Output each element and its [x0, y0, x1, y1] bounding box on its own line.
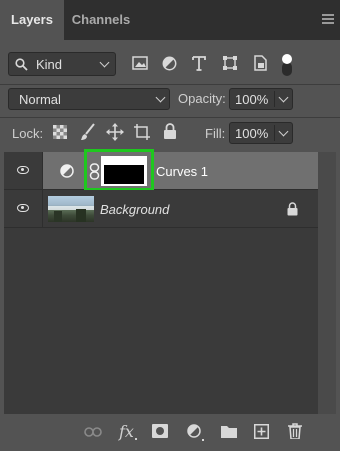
filter-kind-label: Kind	[36, 57, 63, 72]
opacity-value: 100%	[235, 92, 269, 107]
visibility-toggle[interactable]	[4, 190, 43, 227]
opacity-label: Opacity:	[178, 91, 226, 106]
visibility-toggle[interactable]	[4, 152, 43, 189]
eye-icon	[17, 204, 29, 212]
search-icon	[15, 58, 28, 71]
shape-filter-icon[interactable]	[222, 55, 238, 71]
layers-list: Curves 1 Background	[4, 149, 318, 414]
chevron-down-icon	[99, 57, 110, 68]
eye-icon	[17, 166, 29, 174]
opacity-field[interactable]: 100%	[229, 88, 293, 110]
lock-icon[interactable]	[287, 202, 298, 216]
adjustment-icon[interactable]	[187, 424, 205, 442]
lock-position-icon[interactable]	[106, 123, 124, 141]
panel-menu-icon[interactable]	[322, 14, 334, 26]
new-layer-icon[interactable]	[254, 424, 269, 439]
divider	[0, 84, 340, 85]
chevron-down-icon[interactable]	[278, 92, 289, 103]
filter-kind-dropdown[interactable]: Kind	[8, 52, 116, 76]
layer-name[interactable]: Curves 1	[156, 164, 208, 179]
layer-name[interactable]: Background	[100, 202, 169, 217]
filter-toggle-switch[interactable]	[282, 52, 292, 76]
layers-panel: Layers Channels Kind Normal Opacity: 100…	[0, 0, 340, 451]
scrollbar-track[interactable]	[318, 152, 336, 414]
chevron-down-icon[interactable]	[278, 126, 289, 137]
chevron-down-icon	[155, 92, 166, 103]
tab-layers[interactable]: Layers	[0, 0, 64, 40]
smart-object-filter-icon[interactable]	[253, 55, 267, 71]
tab-channels[interactable]: Channels	[64, 0, 138, 40]
layer-row-curves[interactable]: Curves 1	[4, 149, 318, 191]
folder-icon[interactable]	[221, 425, 237, 438]
link-icon[interactable]	[89, 163, 100, 180]
fill-field[interactable]: 100%	[229, 122, 293, 144]
blend-mode-value: Normal	[19, 92, 61, 107]
trash-icon[interactable]	[288, 423, 302, 439]
lock-all-icon[interactable]	[163, 123, 177, 140]
fx-dot-icon	[135, 438, 137, 440]
blend-mode-dropdown[interactable]: Normal	[8, 88, 170, 110]
pixel-filter-icon[interactable]	[132, 56, 148, 71]
adjustment-filter-icon[interactable]	[162, 56, 177, 71]
tab-bar: Layers Channels	[0, 0, 340, 40]
lock-artboard-icon[interactable]	[133, 123, 151, 141]
lock-label: Lock:	[12, 126, 44, 141]
fx-icon[interactable]: fx	[119, 422, 134, 441]
divider	[0, 117, 340, 118]
mask-icon[interactable]	[152, 424, 168, 438]
type-filter-icon[interactable]	[192, 55, 206, 71]
layer-mask-thumbnail[interactable]	[101, 156, 147, 186]
adjustment-layer-icon	[60, 164, 74, 178]
bottom-toolbar: fx	[0, 414, 340, 451]
layer-row-background[interactable]: Background	[4, 190, 318, 228]
fill-label: Fill:	[205, 126, 226, 141]
lock-transparent-pixels-icon[interactable]	[53, 125, 67, 139]
image-thumbnail[interactable]	[48, 196, 94, 222]
lock-image-pixels-icon[interactable]	[80, 123, 96, 141]
fill-value: 100%	[235, 126, 269, 141]
link-icon[interactable]	[84, 426, 102, 438]
